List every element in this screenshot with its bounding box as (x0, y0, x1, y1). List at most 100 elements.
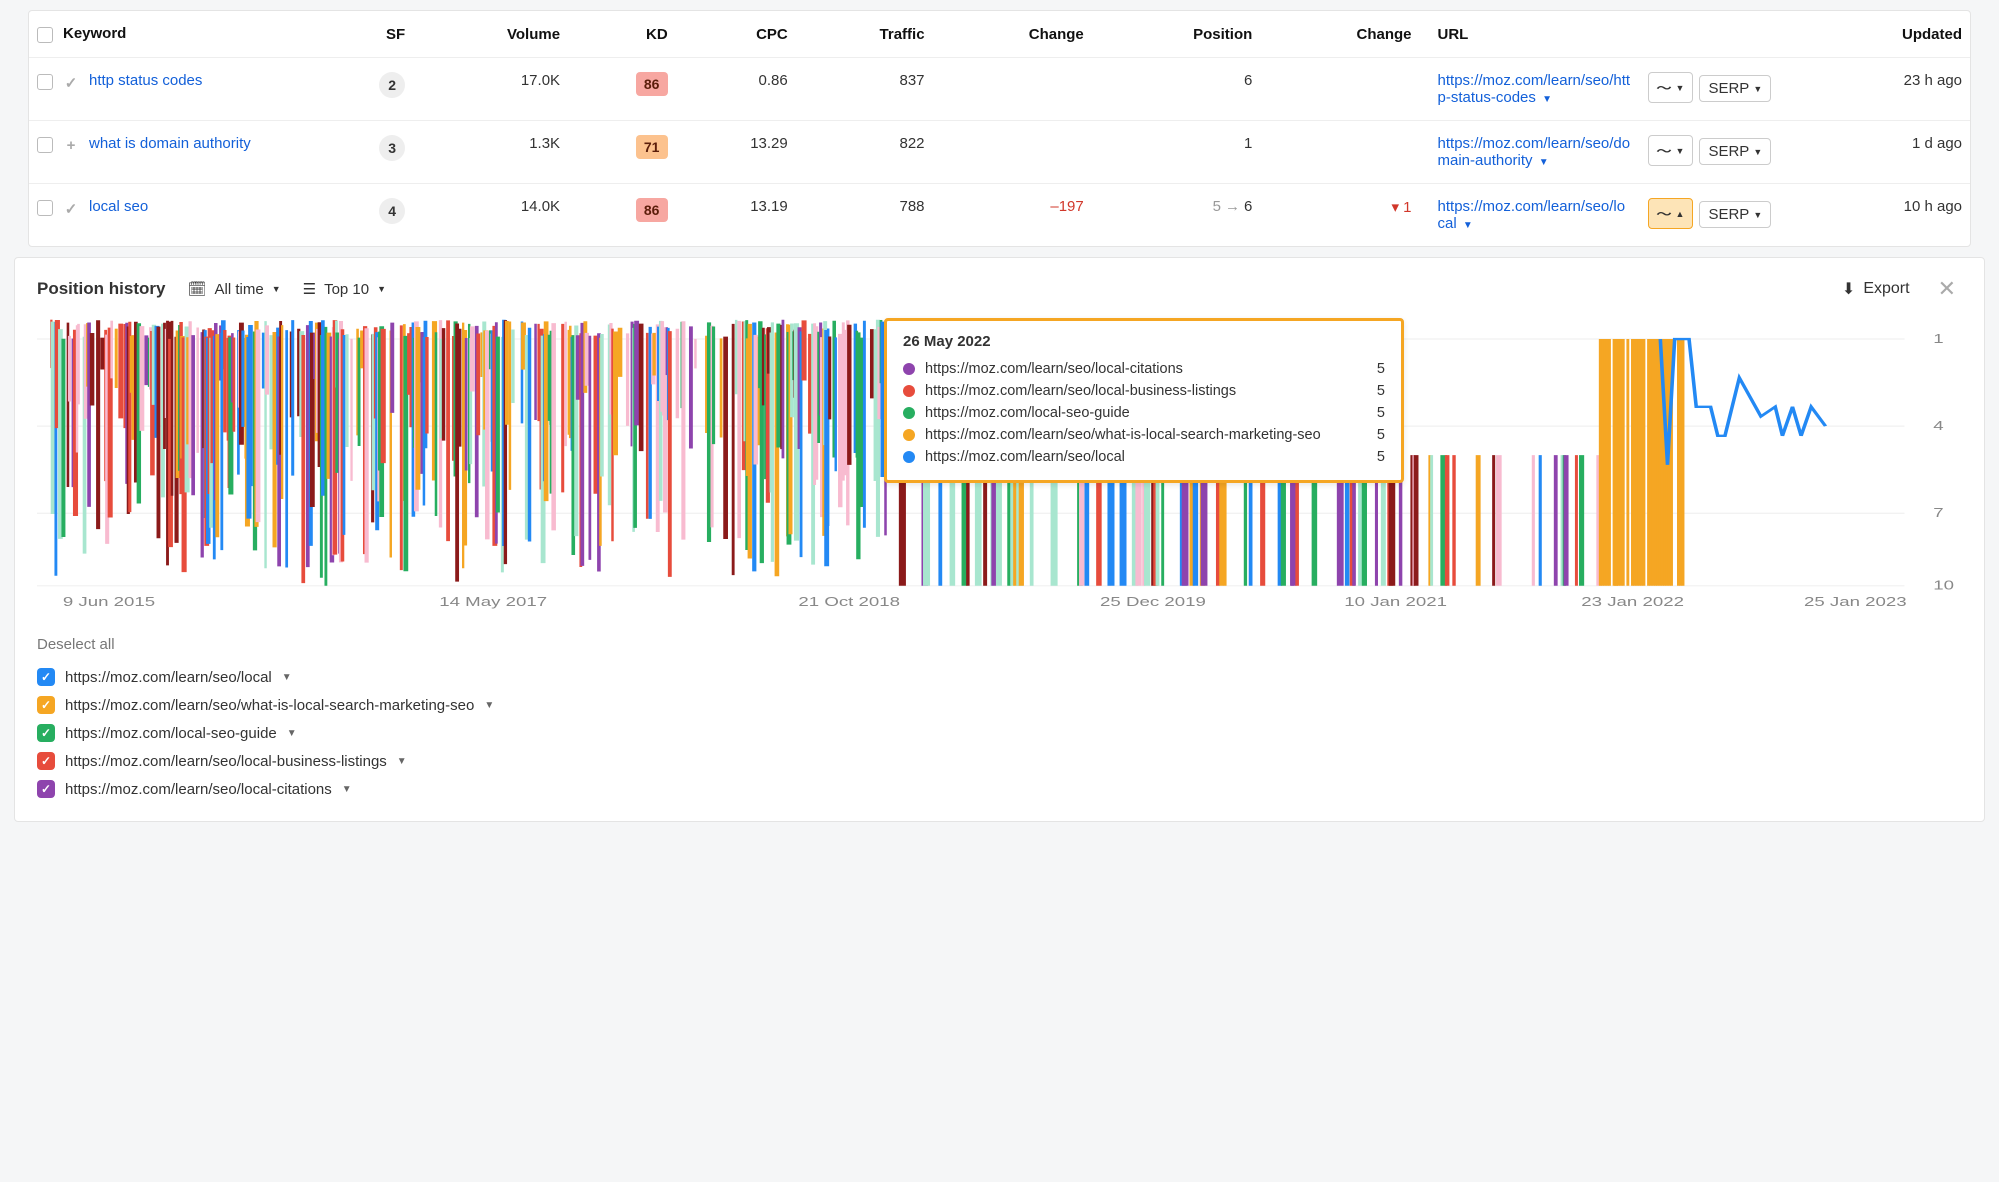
plus-icon: + (63, 137, 79, 154)
tooltip-url: https://moz.com/learn/seo/local (925, 449, 1367, 465)
select-all-checkbox[interactable] (37, 27, 53, 43)
serp-dropdown[interactable]: SERP ▼ (1699, 138, 1771, 165)
legend: Deselect all ✓https://moz.com/learn/seo/… (37, 636, 1962, 803)
top-n-dropdown[interactable]: ☰ Top 10 ▼ (303, 280, 386, 298)
position-cell: 6 (1092, 58, 1261, 121)
sf-badge[interactable]: 4 (379, 198, 405, 224)
serp-dropdown[interactable]: SERP ▼ (1699, 75, 1771, 102)
legend-item[interactable]: ✓ https://moz.com/learn/seo/local-busines… (37, 747, 1962, 775)
col-updated: Updated (1800, 11, 1970, 58)
chevron-down-icon[interactable]: ▼ (282, 672, 292, 683)
position-history-toggle[interactable]: ▼ (1648, 135, 1694, 166)
legend-checkbox[interactable]: ✓ (37, 724, 55, 742)
col-position-change: Change (1260, 11, 1419, 58)
download-icon: ⬇ (1842, 279, 1855, 299)
chevron-down-icon[interactable]: ▼ (1463, 220, 1473, 231)
deselect-all-button[interactable]: Deselect all (37, 636, 1962, 653)
tooltip-value: 5 (1377, 383, 1385, 399)
chevron-down-icon[interactable]: ▼ (484, 700, 494, 711)
legend-url: https://moz.com/learn/seo/local (65, 669, 272, 686)
series-dot (903, 407, 915, 419)
legend-url: https://moz.com/learn/seo/local-citation… (65, 781, 332, 798)
keyword-link[interactable]: local seo (89, 198, 148, 215)
sf-badge[interactable]: 2 (379, 72, 405, 98)
traffic-change-cell (933, 121, 1092, 184)
legend-url: https://moz.com/local-seo-guide (65, 725, 277, 742)
chevron-down-icon[interactable]: ▼ (1539, 157, 1549, 168)
row-checkbox[interactable] (37, 137, 53, 153)
tooltip-date: 26 May 2022 (903, 333, 1385, 350)
chevron-down-icon[interactable]: ▼ (1542, 94, 1552, 105)
tooltip-row: https://moz.com/learn/seo/local-citation… (903, 358, 1385, 380)
legend-checkbox[interactable]: ✓ (37, 780, 55, 798)
position-change-cell (1260, 121, 1419, 184)
legend-item[interactable]: ✓ https://moz.com/local-seo-guide ▼ (37, 719, 1962, 747)
table-row: ✓local seo414.0K8613.19788–1975→6▾ 1http… (29, 184, 1970, 247)
row-checkbox[interactable] (37, 74, 53, 90)
kd-badge: 71 (636, 135, 668, 159)
traffic-change-cell: –197 (933, 184, 1092, 247)
chevron-down-icon[interactable]: ▼ (287, 728, 297, 739)
chart-tooltip: 26 May 2022 https://moz.com/learn/seo/lo… (884, 318, 1404, 483)
keywords-table-panel: Keyword SF Volume KD CPC Traffic Change … (28, 10, 1971, 247)
position-history-toggle[interactable]: ▼ (1648, 72, 1694, 103)
tooltip-value: 5 (1377, 361, 1385, 377)
history-title: Position history (37, 279, 165, 299)
svg-text:25 Jan 2023: 25 Jan 2023 (1804, 596, 1907, 609)
col-kd: KD (568, 11, 676, 58)
row-checkbox[interactable] (37, 200, 53, 216)
traffic-cell: 822 (796, 121, 933, 184)
legend-checkbox[interactable]: ✓ (37, 668, 55, 686)
chevron-down-icon: ▼ (1753, 210, 1762, 220)
traffic-change-cell (933, 58, 1092, 121)
tooltip-row: https://moz.com/learn/seo/what-is-local-… (903, 424, 1385, 446)
keyword-link[interactable]: what is domain authority (89, 135, 251, 152)
tooltip-value: 5 (1377, 405, 1385, 421)
position-change-cell (1260, 58, 1419, 121)
traffic-cell: 788 (796, 184, 933, 247)
close-icon[interactable]: ✕ (1932, 276, 1962, 302)
col-keyword: Keyword (63, 25, 126, 42)
export-button[interactable]: ⬇ Export (1842, 279, 1910, 299)
trend-icon (1657, 203, 1672, 224)
chevron-down-icon[interactable]: ▼ (342, 784, 352, 795)
url-link[interactable]: https://moz.com/learn/seo/domain-authori… (1438, 135, 1631, 169)
date-range-dropdown[interactable]: 🗓 All time ▼ (187, 280, 280, 298)
chevron-down-icon: ▼ (1753, 147, 1762, 157)
updated-cell: 23 h ago (1800, 58, 1970, 121)
trend-icon (1657, 77, 1672, 98)
position-history-chart[interactable]: 1 4 7 10 9 Jun 201514 May 201721 Oct 201… (37, 310, 1962, 610)
trend-icon (1657, 140, 1672, 161)
position-history-toggle[interactable]: ▲ (1648, 198, 1694, 229)
volume-cell: 17.0K (413, 58, 568, 121)
url-link[interactable]: https://moz.com/learn/seo/http-status-co… (1438, 72, 1631, 106)
traffic-cell: 837 (796, 58, 933, 121)
svg-text:14 May 2017: 14 May 2017 (439, 596, 547, 609)
kd-badge: 86 (636, 72, 668, 96)
volume-cell: 1.3K (413, 121, 568, 184)
cpc-cell: 13.29 (676, 121, 796, 184)
legend-checkbox[interactable]: ✓ (37, 752, 55, 770)
col-position: Position (1092, 11, 1261, 58)
serp-dropdown[interactable]: SERP ▼ (1699, 201, 1771, 228)
legend-item[interactable]: ✓ https://moz.com/learn/seo/local ▼ (37, 663, 1962, 691)
legend-checkbox[interactable]: ✓ (37, 696, 55, 714)
svg-text:9 Jun 2015: 9 Jun 2015 (63, 596, 156, 609)
tooltip-url: https://moz.com/local-seo-guide (925, 405, 1367, 421)
tooltip-url: https://moz.com/learn/seo/local-business… (925, 383, 1367, 399)
legend-url: https://moz.com/learn/seo/local-business… (65, 753, 387, 770)
svg-text:4: 4 (1933, 420, 1944, 433)
chevron-down-icon[interactable]: ▼ (397, 756, 407, 767)
sf-badge[interactable]: 3 (379, 135, 405, 161)
series-dot (903, 363, 915, 375)
legend-item[interactable]: ✓ https://moz.com/learn/seo/local-citatio… (37, 775, 1962, 803)
keyword-link[interactable]: http status codes (89, 72, 202, 89)
position-history-panel: Position history 🗓 All time ▼ ☰ Top 10 ▼… (14, 257, 1985, 822)
svg-text:7: 7 (1933, 507, 1944, 520)
position-change-cell: ▾ 1 (1260, 184, 1419, 247)
legend-item[interactable]: ✓https://moz.com/learn/seo/what-is-local… (37, 691, 1962, 719)
col-url: URL (1420, 11, 1640, 58)
svg-text:10: 10 (1933, 579, 1954, 592)
col-traffic-change: Change (933, 11, 1092, 58)
position-cell: 1 (1092, 121, 1261, 184)
